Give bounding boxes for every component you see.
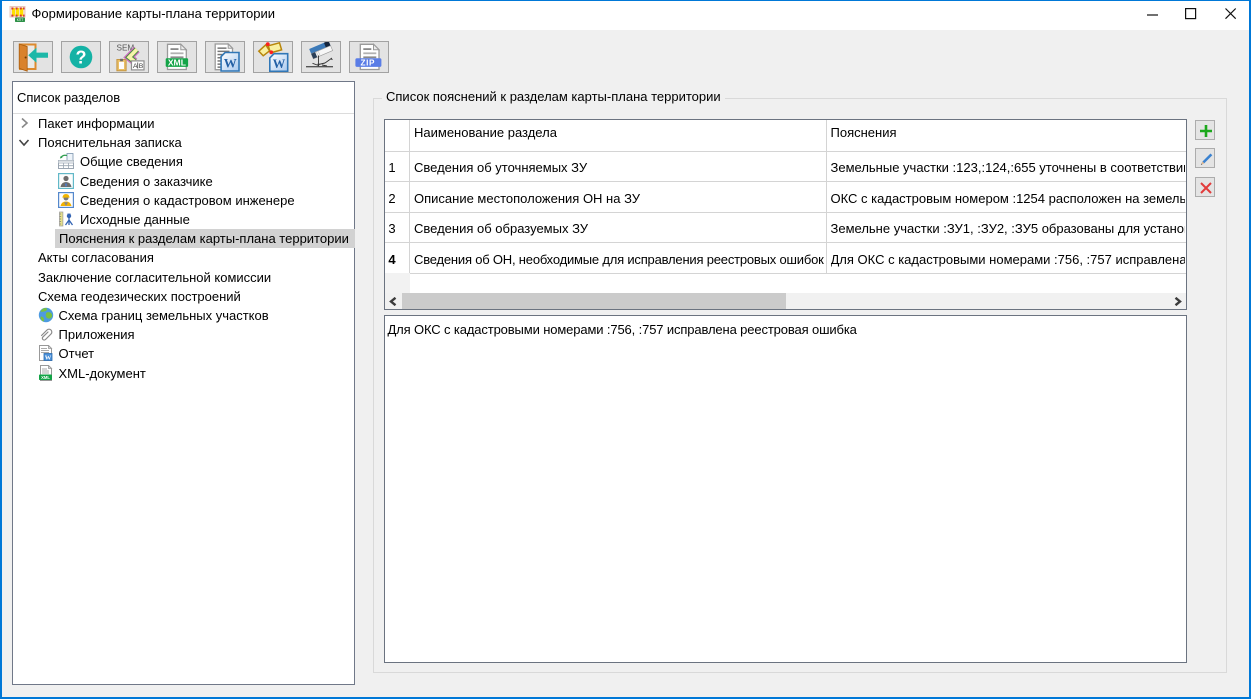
svg-text:B: B xyxy=(139,63,144,70)
svg-text:КПТ: КПТ xyxy=(17,18,23,22)
svg-text:XML: XML xyxy=(41,375,50,380)
svg-text:W: W xyxy=(45,355,52,362)
svg-text:W: W xyxy=(224,56,237,71)
svg-text:W: W xyxy=(273,57,286,71)
svg-text:XML: XML xyxy=(168,58,186,68)
svg-text:ZIP: ZIP xyxy=(361,58,376,67)
svg-text:?: ? xyxy=(76,48,87,68)
